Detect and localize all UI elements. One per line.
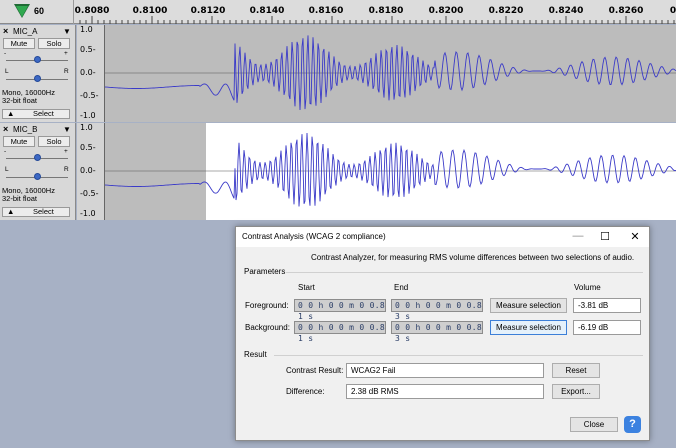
contrast-analysis-dialog[interactable]: Contrast Analysis (WCAG 2 compliance) — … xyxy=(235,226,650,441)
ruler-tick-label: 0.8140 xyxy=(249,6,285,16)
background-volume-field[interactable]: -6.19 dB xyxy=(573,320,641,335)
gain-plus-label: + xyxy=(64,50,68,57)
select-button[interactable]: ▲ Select xyxy=(2,109,70,119)
selection-region xyxy=(206,123,676,220)
pan-slider-knob[interactable] xyxy=(34,75,41,82)
contrast-result-field: WCAG2 Fail xyxy=(346,363,544,378)
track-menu-icon[interactable]: ▼ xyxy=(63,27,71,36)
end-column-label: End xyxy=(394,283,409,292)
scale-label: -1.0 xyxy=(80,111,96,120)
ruler-tick-label: 0.8160 xyxy=(308,6,344,16)
volume-column-label: Volume xyxy=(574,283,601,292)
scale-label: -0.5- xyxy=(80,91,99,100)
pan-left-label: L xyxy=(5,166,9,173)
select-label: Select xyxy=(33,207,54,216)
audio-track-mic-b[interactable]: × MIC_B ▼ Mute Solo - + L R Mono, 16000H… xyxy=(0,123,676,220)
foreground-end-time[interactable]: 0 0 h 0 0 m 0 0.8 3 s xyxy=(391,299,483,321)
gain-slider-knob[interactable] xyxy=(34,154,41,161)
select-button[interactable]: ▲ Select xyxy=(2,207,70,217)
difference-field: 2.38 dB RMS xyxy=(346,384,544,399)
waveform-area[interactable] xyxy=(104,123,676,220)
pan-left-label: L xyxy=(5,68,9,75)
foreground-volume-field[interactable]: -3.81 dB xyxy=(573,298,641,313)
ruler-tick-label: 0.8240 xyxy=(548,6,584,16)
pan-right-label: R xyxy=(64,166,69,173)
help-icon[interactable]: ? xyxy=(624,416,641,433)
scale-label: 0.0- xyxy=(80,166,96,175)
pan-right-label: R xyxy=(64,68,69,75)
parameters-group-label: Parameters xyxy=(244,267,286,276)
scale-label: 0.0- xyxy=(80,68,96,77)
contrast-result-label: Contrast Result: xyxy=(286,366,344,375)
background-end-time[interactable]: 0 0 h 0 0 m 0 0.8 3 s xyxy=(391,321,483,343)
background-start-time[interactable]: 0 0 h 0 0 m 0 0.8 1 s xyxy=(294,321,386,343)
maximize-icon[interactable]: ☐ xyxy=(596,230,614,243)
scale-label: 1.0 xyxy=(80,25,93,34)
pan-slider-knob[interactable] xyxy=(34,173,41,180)
ruler-tick-label: 0.8220 xyxy=(488,6,524,16)
amplitude-scale: 1.0 0.5- 0.0- -0.5- -1.0 xyxy=(77,25,105,122)
waveform-area[interactable] xyxy=(104,25,676,122)
track-bitdepth: 32-bit float xyxy=(2,194,38,203)
export-button[interactable]: Export... xyxy=(552,384,600,399)
scale-label: 0.5- xyxy=(80,45,96,54)
ruler-tick-label: 0.8200 xyxy=(428,6,464,16)
foreground-start-time[interactable]: 0 0 h 0 0 m 0 0.8 1 s xyxy=(294,299,386,321)
measure-foreground-button[interactable]: Measure selection xyxy=(490,298,567,313)
scale-label: 1.0 xyxy=(80,123,93,132)
dialog-title: Contrast Analysis (WCAG 2 compliance) xyxy=(242,232,386,241)
track-menu-icon[interactable]: ▼ xyxy=(63,125,71,134)
collapse-icon[interactable]: ▲ xyxy=(7,208,14,216)
track-info: Mono, 16000Hz 32-bit float xyxy=(2,187,55,203)
reset-button[interactable]: Reset xyxy=(552,363,600,378)
ruler-tick-label: 0.8180 xyxy=(368,6,404,16)
timeline-ruler[interactable]: 60 0.8080 0.8100 0.8120 0.8140 0.8160 0.… xyxy=(0,0,676,24)
amplitude-scale: 1.0 0.5- 0.0- -0.5- -1.0 xyxy=(77,123,105,220)
group-divider xyxy=(286,272,643,273)
scale-label: 0.5- xyxy=(80,143,96,152)
solo-button[interactable]: Solo xyxy=(38,38,70,49)
collapse-icon[interactable]: ▲ xyxy=(7,110,14,118)
track-close-icon[interactable]: × xyxy=(3,125,11,134)
track-bitdepth: 32-bit float xyxy=(2,96,38,105)
background-label: Background: xyxy=(245,323,290,332)
ruler-tick-label: 0.8120 xyxy=(190,6,226,16)
mute-button[interactable]: Mute xyxy=(3,136,35,147)
mute-button[interactable]: Mute xyxy=(3,38,35,49)
difference-label: Difference: xyxy=(286,387,325,396)
audio-track-mic-a[interactable]: × MIC_A ▼ Mute Solo - + L R Mono, 16000H… xyxy=(0,25,676,122)
ruler-tick-label: 0.8260 xyxy=(608,6,644,16)
track-control-panel[interactable]: × MIC_A ▼ Mute Solo - + L R Mono, 16000H… xyxy=(0,25,76,122)
group-divider xyxy=(274,355,643,356)
gain-plus-label: + xyxy=(64,148,68,155)
gain-minus-label: - xyxy=(4,148,7,155)
scale-label: -0.5- xyxy=(80,189,99,198)
track-info: Mono, 16000Hz 32-bit float xyxy=(2,89,55,105)
track-close-icon[interactable]: × xyxy=(3,27,11,36)
track-name[interactable]: MIC_B xyxy=(13,125,37,134)
ruler-tick-label: 0 xyxy=(669,6,676,16)
dialog-description: Contrast Analyzer, for measuring RMS vol… xyxy=(311,253,635,262)
waveform-svg xyxy=(104,123,676,220)
minimize-icon[interactable]: — xyxy=(569,230,587,242)
close-icon[interactable]: ✕ xyxy=(626,230,644,243)
scale-label: -1.0 xyxy=(80,209,96,218)
waveform-svg xyxy=(104,35,676,111)
gain-minus-label: - xyxy=(4,50,7,57)
track-control-panel[interactable]: × MIC_B ▼ Mute Solo - + L R Mono, 16000H… xyxy=(0,123,76,220)
foreground-label: Foreground: xyxy=(245,301,289,310)
solo-button[interactable]: Solo xyxy=(38,136,70,147)
ruler-tick-label: 0.8100 xyxy=(132,6,168,16)
close-button[interactable]: Close xyxy=(570,417,618,432)
select-label: Select xyxy=(33,109,54,118)
result-group-label: Result xyxy=(244,350,267,359)
start-column-label: Start xyxy=(298,283,315,292)
track-name[interactable]: MIC_A xyxy=(13,27,37,36)
ruler-tick-label: 0.8080 xyxy=(74,6,110,16)
measure-background-button[interactable]: Measure selection xyxy=(490,320,567,335)
dialog-titlebar[interactable]: Contrast Analysis (WCAG 2 compliance) — … xyxy=(236,227,649,247)
gain-slider-knob[interactable] xyxy=(34,56,41,63)
